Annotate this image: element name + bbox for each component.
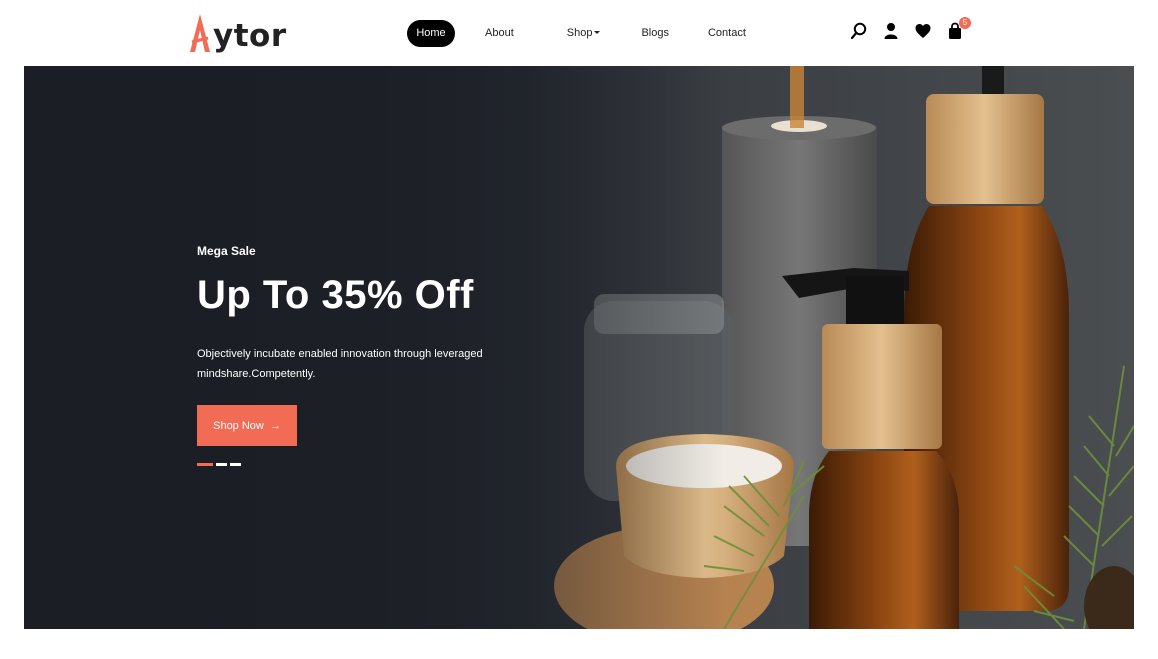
search-icon[interactable] <box>850 21 868 41</box>
slider-dot-2[interactable] <box>216 463 227 466</box>
hero-headline: Up To 35% Off <box>197 273 474 317</box>
hero-content: Mega Sale Up To 35% Off Objectively incu… <box>197 66 617 629</box>
hero-description: Objectively incubate enabled innovation … <box>197 348 483 380</box>
slider-dot-1[interactable] <box>197 463 213 466</box>
nav-item-contact[interactable]: Contact <box>696 20 758 47</box>
slider-dot-3[interactable] <box>230 463 241 466</box>
main-nav: Home About Shop Blogs Contact <box>407 20 758 47</box>
brand-name: ytor <box>213 18 287 54</box>
nav-item-home[interactable]: Home <box>407 20 455 47</box>
slider-pagination <box>197 463 244 466</box>
nav-item-blogs[interactable]: Blogs <box>629 20 681 47</box>
nav-item-shop-label: Shop <box>566 27 593 39</box>
hero-eyebrow: Mega Sale <box>197 244 256 258</box>
user-icon[interactable] <box>882 21 900 41</box>
chevron-down-icon <box>594 31 601 34</box>
brand-logo[interactable]: ytor <box>188 10 287 56</box>
heart-icon[interactable] <box>914 21 932 41</box>
shop-now-button[interactable]: Shop Now → <box>197 405 297 446</box>
site-header: ytor Home About Shop Blogs Contact 5 <box>0 0 1158 66</box>
logo-a-icon <box>190 14 210 52</box>
nav-item-shop[interactable]: Shop <box>555 20 613 47</box>
shop-now-label: Shop Now <box>213 419 264 432</box>
cart-button[interactable]: 5 <box>946 17 971 41</box>
cart-count-badge: 5 <box>959 17 971 29</box>
hero-slider: Mega Sale Up To 35% Off Objectively incu… <box>24 66 1134 629</box>
arrow-right-icon: → <box>269 419 281 432</box>
nav-item-about[interactable]: About <box>473 20 526 47</box>
